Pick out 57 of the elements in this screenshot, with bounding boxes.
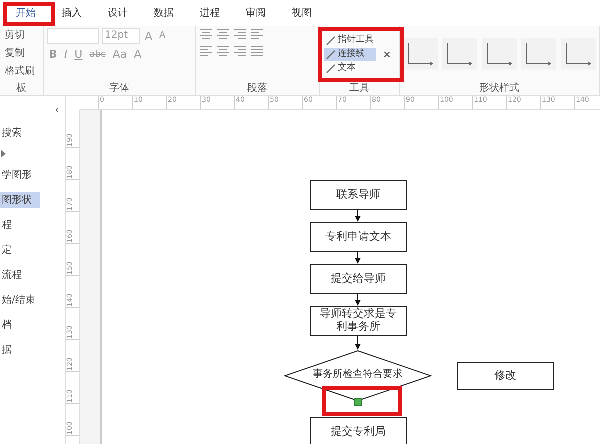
clipboard-button[interactable]: 复制 (3, 46, 40, 60)
process-box: 联系导师 (310, 180, 407, 210)
ribbon-tab[interactable]: 数据 (144, 2, 184, 24)
process-box: 导师转交求是专利事务所 (310, 306, 407, 336)
process-box: 提交专利局 (310, 417, 407, 444)
shape-list-item[interactable]: 学图形 (0, 167, 40, 183)
shape-list-item[interactable]: 始/结束 (0, 292, 40, 308)
connector-arrow (355, 210, 361, 222)
close-button[interactable]: × (381, 47, 393, 62)
process-box: 专利申请文本 (310, 222, 407, 252)
shape-list-item[interactable]: 搜索 (0, 125, 40, 141)
ribbon-tab[interactable]: 进程 (190, 2, 230, 24)
align-icon[interactable] (199, 28, 213, 41)
ribbon-tab[interactable]: 视图 (282, 2, 322, 24)
align-icon[interactable] (250, 28, 264, 41)
process-box: 提交给导师 (310, 264, 407, 294)
line-style-swatch[interactable] (521, 38, 557, 70)
group-label: 形状样式 (478, 82, 520, 95)
align-icon[interactable] (216, 45, 230, 58)
tool-button[interactable]: 连接线 (324, 48, 376, 61)
shape-list-item[interactable]: 据 (0, 342, 40, 358)
tool-button[interactable]: 文本 (324, 62, 376, 75)
line-style-swatch[interactable] (482, 38, 518, 70)
shape-list-item[interactable]: 图形状 (0, 192, 40, 208)
shape-list-item[interactable]: 档 (0, 317, 40, 333)
shape-list-item[interactable]: 程 (0, 217, 40, 233)
ribbon-tab[interactable]: 开始 (6, 2, 46, 24)
shape-list-item[interactable]: 定 (0, 242, 40, 258)
line-style-swatch[interactable] (403, 38, 438, 70)
font-name-field[interactable] (47, 28, 99, 44)
connector-arrow (355, 336, 361, 350)
clipboard-button[interactable]: 剪切 (3, 28, 40, 42)
ribbon-tab[interactable]: 设计 (98, 2, 138, 24)
line-style-swatch[interactable] (560, 38, 596, 70)
connector-arrow (355, 252, 361, 264)
align-icon[interactable] (233, 28, 247, 41)
group-label: 板 (16, 82, 28, 95)
shape-list-item[interactable]: 流程 (0, 267, 40, 283)
group-label: 字体 (108, 82, 130, 95)
ribbon-tab[interactable]: 插入 (52, 2, 92, 24)
highlight-frame (3, 2, 55, 26)
group-label: 段落 (246, 82, 268, 95)
group-label: 工具 (348, 82, 370, 95)
process-box: 修改 (457, 362, 554, 390)
align-icon[interactable] (216, 28, 230, 41)
expand-arrow-icon[interactable] (0, 150, 6, 158)
decision-label: 事务所检查符合要求 (313, 368, 403, 381)
clipboard-button[interactable]: 格式刷 (3, 64, 40, 78)
connector-arrow (355, 294, 361, 306)
collapse-button[interactable]: ‹ (49, 104, 65, 116)
align-icon[interactable] (199, 45, 213, 58)
align-icon[interactable] (250, 45, 264, 58)
connection-handle-icon[interactable] (354, 398, 362, 406)
line-style-swatch[interactable] (442, 38, 478, 70)
ribbon-tab[interactable]: 审阅 (236, 2, 276, 24)
tool-button[interactable]: 指针工具 (324, 34, 376, 47)
align-icon[interactable] (233, 45, 247, 58)
